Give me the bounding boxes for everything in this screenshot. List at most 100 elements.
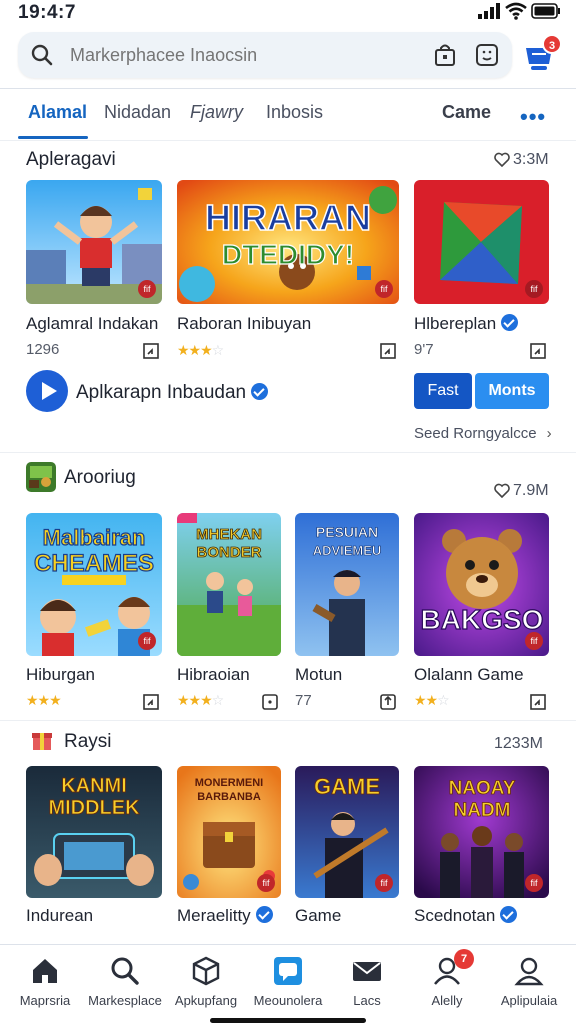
nav-label: Alelly bbox=[431, 993, 463, 1008]
section-title: Apleragavi bbox=[26, 149, 116, 170]
tab-alamal[interactable]: Alamal bbox=[28, 102, 87, 123]
section-likes: 3:3M bbox=[494, 151, 549, 169]
card-corner-badge: fif bbox=[525, 874, 543, 892]
card-title: Game bbox=[295, 906, 342, 925]
section-likes: 7.9M bbox=[494, 482, 549, 500]
svg-text:KANMI: KANMI bbox=[61, 775, 127, 797]
notifications-button[interactable]: 3 bbox=[522, 34, 562, 74]
search-icon[interactable] bbox=[30, 43, 54, 67]
card-title: Olalann Game bbox=[414, 665, 524, 684]
notification-badge: 3 bbox=[542, 34, 562, 54]
nav-item-apps[interactable]: Apkupfang bbox=[165, 945, 247, 1024]
nav-item-mail[interactable]: Lacs bbox=[326, 945, 408, 1024]
card-title: Motun bbox=[295, 665, 343, 684]
wifi-icon bbox=[505, 2, 527, 20]
svg-text:NADM: NADM bbox=[454, 800, 511, 821]
verified-icon bbox=[501, 314, 519, 331]
bookmark-icon[interactable] bbox=[529, 342, 547, 360]
bottom-navigation: Maprsria Markesplace Apkupfang Meounoler… bbox=[0, 944, 576, 1024]
more-options-icon[interactable]: ••• bbox=[520, 104, 546, 130]
tab-fjawry[interactable]: Fjawry bbox=[190, 102, 243, 123]
nav-label: Meounolera bbox=[253, 993, 323, 1008]
tab-nidadan[interactable]: Nidadan bbox=[104, 102, 171, 123]
svg-text:MHEKAN: MHEKAN bbox=[196, 526, 262, 543]
bookmark-icon[interactable] bbox=[379, 342, 397, 360]
signal-icon bbox=[478, 3, 500, 19]
heart-icon bbox=[494, 152, 510, 167]
card-downloads: 77 bbox=[295, 692, 312, 709]
section-game-icon bbox=[26, 462, 56, 492]
rating-stars: ★★☆ bbox=[414, 692, 450, 708]
game-card-image[interactable]: MONERMENI BARBANBA fif bbox=[177, 766, 281, 898]
verified-icon bbox=[251, 383, 269, 400]
active-tab-indicator bbox=[18, 136, 88, 139]
game-card-image[interactable]: NAOAY NADM fif bbox=[414, 766, 549, 898]
section-title: Raysi bbox=[64, 731, 112, 752]
section-count: 1233M bbox=[494, 735, 543, 752]
face-scan-icon[interactable] bbox=[475, 43, 499, 67]
bookmark-icon[interactable] bbox=[529, 693, 547, 711]
game-card-image[interactable]: BAKGSO fif bbox=[414, 513, 549, 656]
battery-icon bbox=[531, 3, 560, 19]
mail-icon bbox=[353, 962, 381, 981]
card-title: Hiburgan bbox=[26, 665, 95, 684]
svg-text:PESUIAN: PESUIAN bbox=[316, 524, 378, 540]
card-corner-badge: fif bbox=[375, 874, 393, 892]
rating-stars: ★★★☆ bbox=[177, 342, 224, 358]
card-downloads: 9'7 bbox=[414, 341, 434, 358]
share-icon[interactable] bbox=[379, 693, 397, 711]
promo-title-verified: Aplkarapn Inbaudan bbox=[76, 382, 269, 404]
nav-label: Apkupfang bbox=[174, 993, 238, 1008]
status-time: 19:4:7 bbox=[18, 2, 76, 23]
tab-came[interactable]: Came bbox=[442, 102, 491, 123]
tabs-divider bbox=[0, 140, 576, 141]
tab-inbosis[interactable]: Inbosis bbox=[266, 102, 323, 123]
card-corner-badge: fif bbox=[375, 280, 393, 298]
monts-button[interactable]: Monts bbox=[475, 373, 549, 409]
bookmark-icon[interactable] bbox=[261, 693, 279, 711]
chevron-right-icon: › bbox=[546, 425, 552, 442]
game-card-image[interactable]: Malbairan CHEAMES fif bbox=[26, 513, 162, 656]
nav-badge: 7 bbox=[454, 949, 474, 969]
search-input[interactable] bbox=[70, 40, 420, 70]
game-card-image[interactable]: fif bbox=[414, 180, 549, 304]
card-title-verified: Scednotan bbox=[414, 906, 518, 926]
heart-icon bbox=[494, 483, 510, 498]
nav-item-activity[interactable]: 7 Alelly bbox=[406, 945, 488, 1024]
nav-label: Aplipulaia bbox=[500, 993, 558, 1008]
game-card-image[interactable]: PESUIAN ADVIEMEU bbox=[295, 513, 399, 656]
card-title: Aglamral Indakan bbox=[26, 314, 159, 333]
bookmark-icon[interactable] bbox=[142, 342, 160, 360]
play-button[interactable] bbox=[26, 370, 68, 412]
nav-label: Markesplace bbox=[88, 993, 162, 1008]
fast-button[interactable]: Fast bbox=[414, 373, 472, 409]
home-icon bbox=[33, 959, 57, 983]
nav-item-profile[interactable]: Aplipulaia bbox=[488, 945, 570, 1024]
category-tabs: Alamal Nidadan Fjawry Inbosis Came ••• bbox=[0, 90, 576, 140]
search-bar[interactable] bbox=[18, 32, 512, 78]
nav-label: Lacs bbox=[353, 993, 381, 1008]
see-more-link[interactable]: Seed Rorngyalcce › bbox=[414, 425, 552, 442]
home-indicator bbox=[210, 1018, 366, 1023]
status-bar: 19:4:7 bbox=[0, 0, 576, 26]
svg-text:ADVIEMEU: ADVIEMEU bbox=[313, 543, 382, 558]
nav-item-marketplace[interactable]: Markesplace bbox=[84, 945, 166, 1024]
bookmark-icon[interactable] bbox=[142, 693, 160, 711]
game-card-image[interactable]: HIRARAN DTEDIDY! fif bbox=[177, 180, 399, 304]
nav-label: Maprsria bbox=[19, 993, 71, 1008]
card-corner-badge: fif bbox=[525, 280, 543, 298]
shopping-bag-icon[interactable] bbox=[434, 43, 456, 67]
chat-icon bbox=[274, 957, 302, 985]
section-divider bbox=[0, 720, 576, 721]
svg-text:BARBANBA: BARBANBA bbox=[197, 791, 261, 803]
card-title: Hibraoian bbox=[177, 665, 250, 684]
card-title: Indurean bbox=[26, 906, 94, 925]
nav-item-home[interactable]: Maprsria bbox=[4, 945, 86, 1024]
nav-item-messages[interactable]: Meounolera bbox=[247, 945, 329, 1024]
game-card-image[interactable]: fif bbox=[26, 180, 162, 304]
svg-text:CHEAMES: CHEAMES bbox=[34, 550, 154, 577]
game-card-image[interactable]: GAME fif bbox=[295, 766, 399, 898]
game-card-image[interactable]: MHEKAN BONDER bbox=[177, 513, 281, 656]
game-card-image[interactable]: KANMI MIDDLEK bbox=[26, 766, 162, 898]
verified-icon bbox=[255, 906, 273, 923]
